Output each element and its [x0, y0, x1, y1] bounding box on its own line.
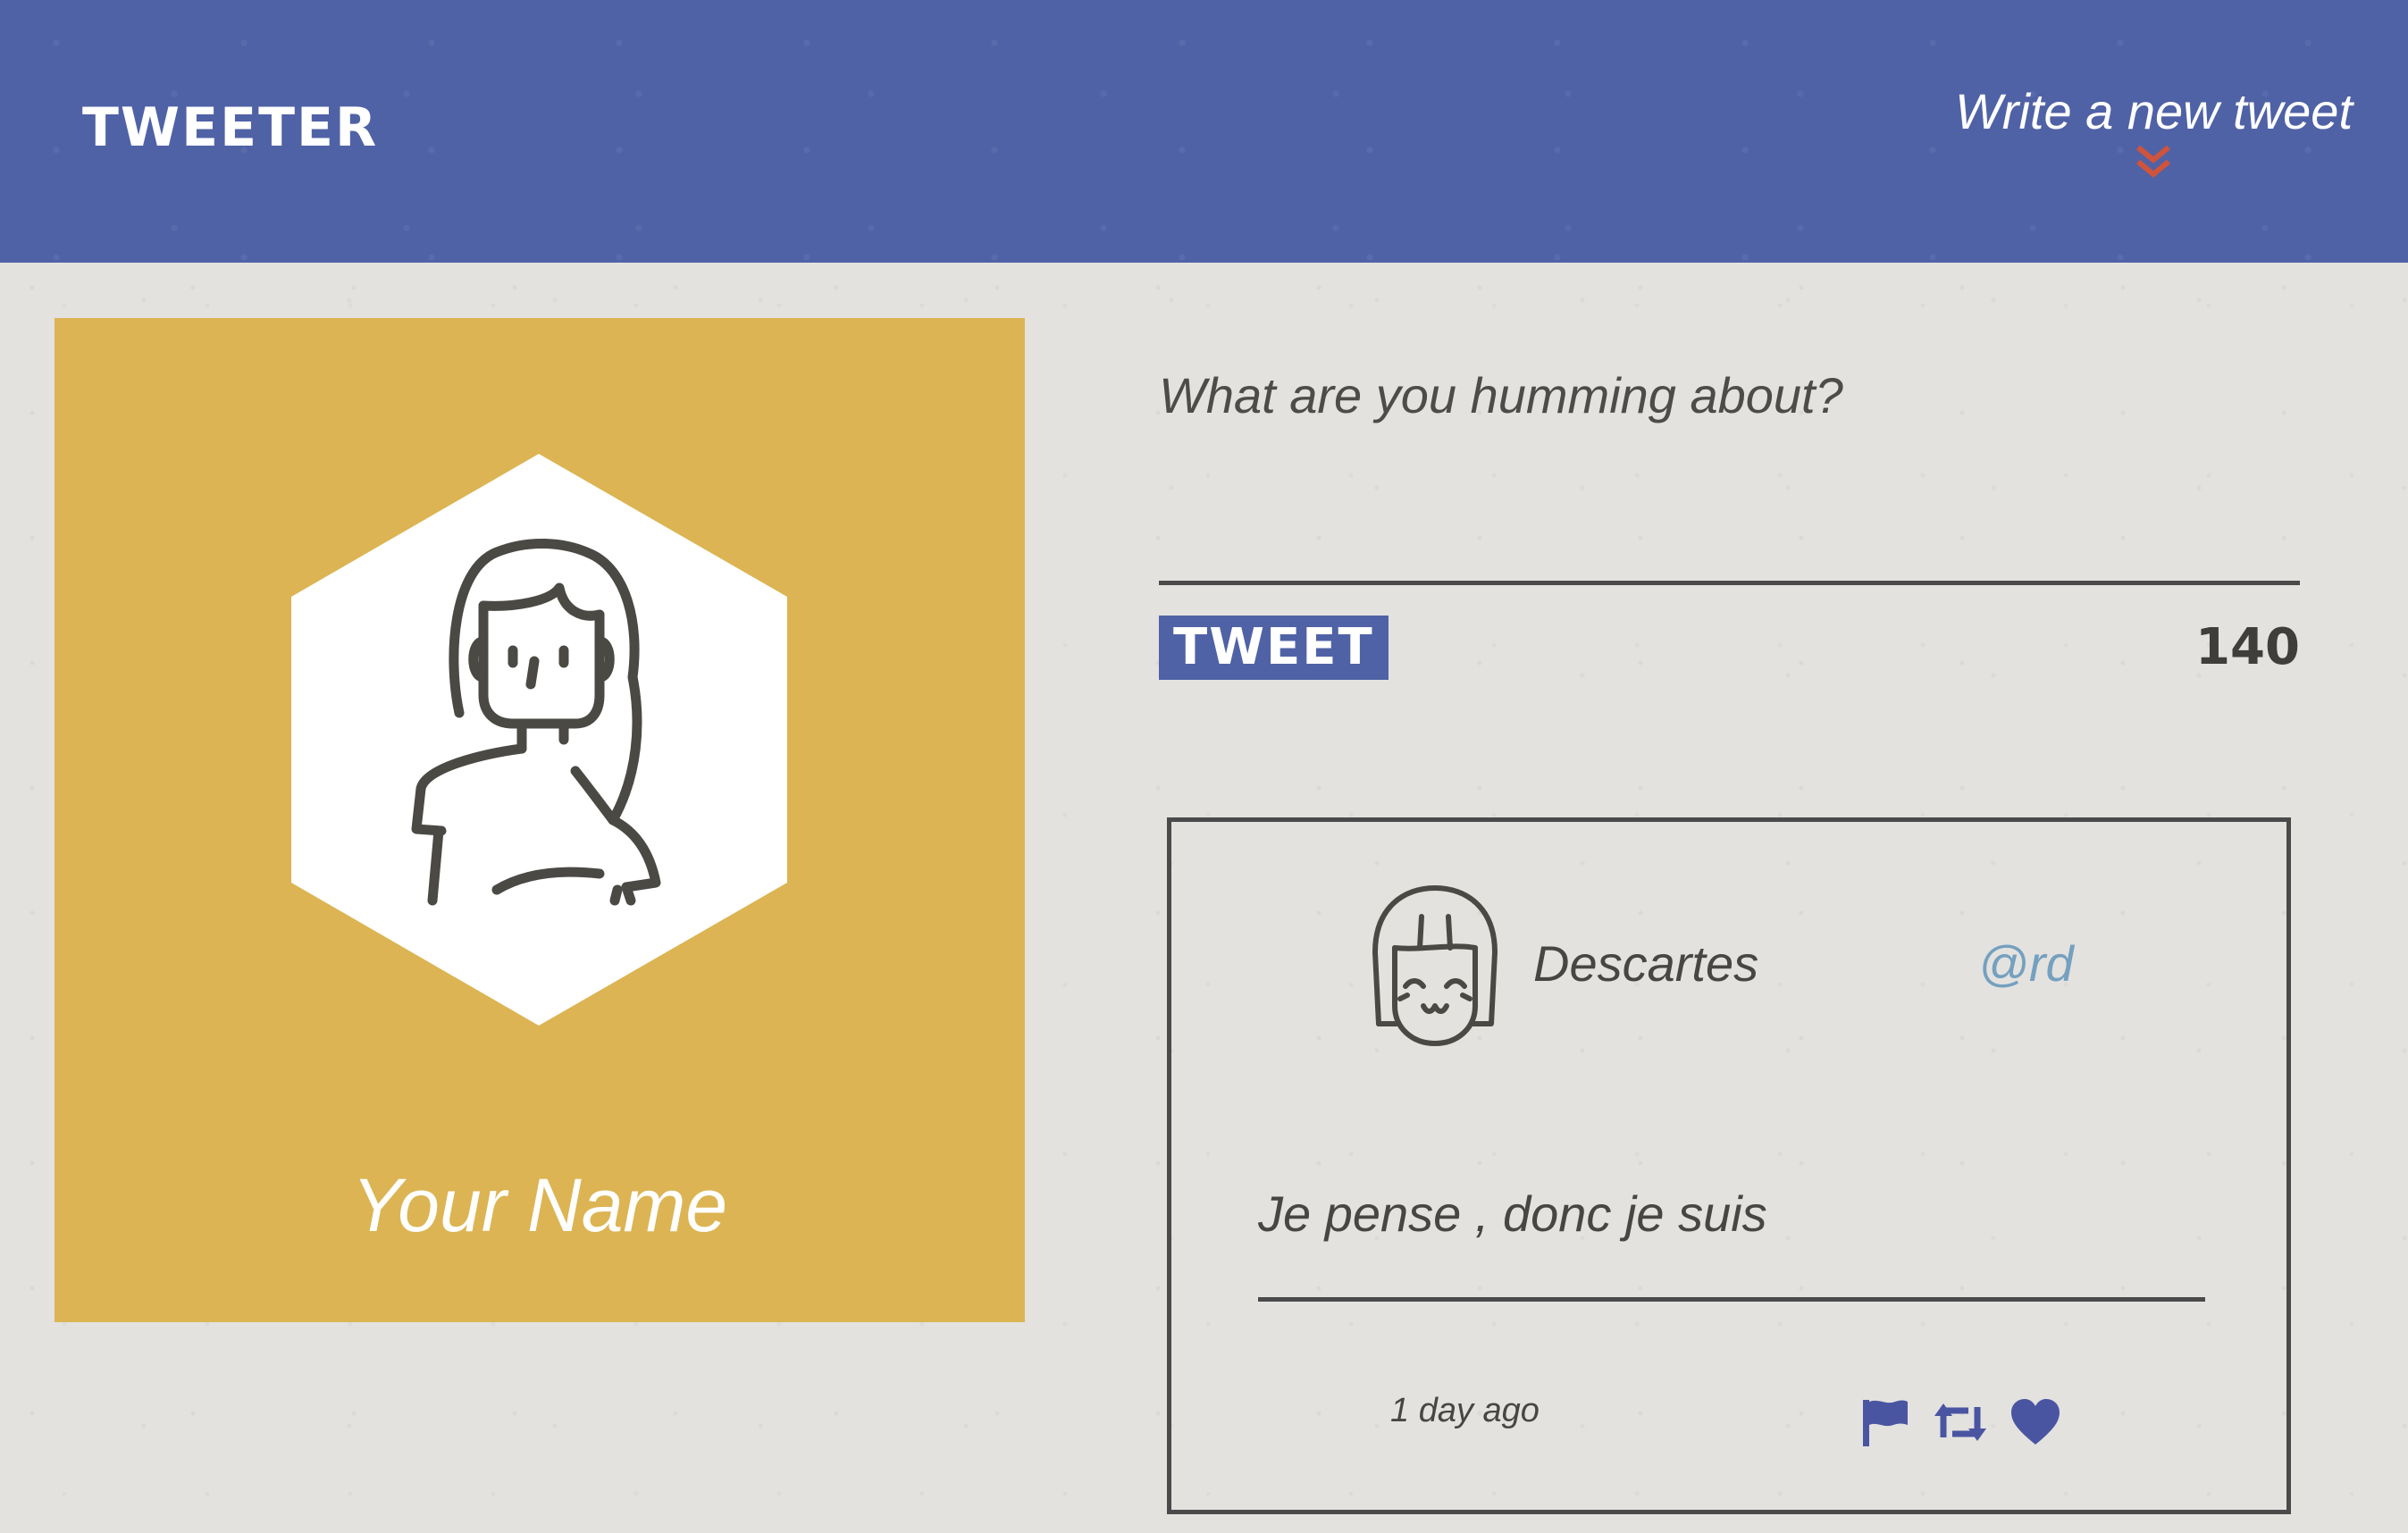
author-avatar-icon [1372, 885, 1498, 1046]
tweet-input[interactable] [1159, 357, 2300, 585]
tweet-actions [1858, 1396, 2063, 1448]
retweet-icon[interactable] [1933, 1396, 1988, 1448]
heart-icon[interactable] [2008, 1396, 2063, 1448]
app-logo[interactable]: TWEETER [82, 96, 378, 159]
profile-card: Your Name [55, 318, 1025, 1322]
tweet-composer: TWEET 140 [1159, 357, 2300, 687]
profile-name: Your Name [351, 1163, 728, 1247]
tweet-author-name: Descartes [1533, 935, 1759, 992]
tweet-author-handle[interactable]: @rd [1978, 934, 2074, 993]
tweet-submit-button[interactable]: TWEET [1159, 616, 1389, 680]
tweet-divider [1258, 1297, 2205, 1302]
profile-avatar-icon [291, 454, 787, 1026]
tweet-card: Descartes @rd Je pense , donc je suis 1 … [1167, 817, 2291, 1514]
write-new-tweet-toggle[interactable]: Write a new tweet [1955, 82, 2353, 181]
top-nav: TWEETER Write a new tweet [0, 0, 2408, 263]
tweet-text: Je pense , donc je suis [1258, 1185, 1767, 1242]
composer-actions: TWEET 140 [1159, 616, 2300, 687]
tweet-timestamp: 1 day ago [1390, 1392, 1540, 1429]
chevron-down-double-icon [2136, 145, 2171, 178]
write-new-tweet-label: Write a new tweet [1954, 83, 2353, 139]
character-counter: 140 [2195, 618, 2300, 676]
flag-icon[interactable] [1858, 1396, 1913, 1448]
